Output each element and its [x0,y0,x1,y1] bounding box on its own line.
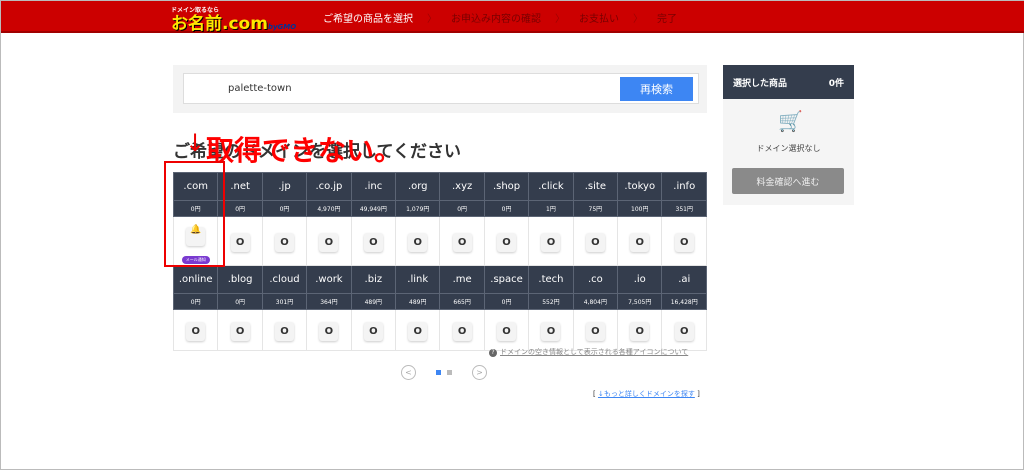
page-dot-1[interactable] [436,370,441,375]
proceed-to-pricing-button[interactable]: 料金確認へ進む [732,168,844,194]
tld-label: .org [395,172,441,201]
tld-label: .tech [528,265,574,294]
tld-label: .space [483,265,530,294]
tld-price: 552円 [528,293,574,310]
annotation-highlight-box [164,161,225,267]
tld-price: 100円 [617,200,663,217]
tld-price: 0円 [261,200,308,217]
tld-label: .jp [261,172,308,201]
annotation-arrow: ↓ [185,129,206,157]
available-select-button[interactable]: O [363,322,383,341]
tld-price: 4,970円 [306,200,352,217]
annotation-text: 取得できない。 [206,134,403,167]
available-select-button[interactable]: O [497,322,517,341]
tld-price: 0円 [172,293,219,310]
available-select-button[interactable]: O [363,233,383,252]
cart-title: 選択した商品 [733,78,788,89]
tld-label: .io [617,265,663,294]
available-select-button[interactable]: O [319,233,339,252]
available-select-button[interactable]: O [408,233,428,252]
domain-table: .com .net .jp .co.jp .inc .org .xyz .shop .click… [172,172,707,351]
tld-price: 0円 [483,293,530,310]
header: ドメイン取るなら お名前.combyGMO ご希望の商品を選択〉 お申込み内容の… [1,1,1024,33]
tld-label: .ai [661,265,707,294]
available-select-button[interactable]: O [452,233,472,252]
available-select-button[interactable]: O [630,233,650,252]
pager: < > [401,365,487,380]
tld-price: 16,428円 [661,293,707,310]
tld-label: .inc [350,172,397,201]
icon-help-link[interactable]: ドメインの空き情報として表示される各種アイコンについて [500,348,688,356]
tld-label: .biz [350,265,397,294]
tld-label: .link [395,265,441,294]
tld-price: 0円 [439,200,485,217]
tld-label: .me [439,265,485,294]
cart-count: 0件 [828,78,844,89]
available-select-button[interactable]: O [408,322,428,341]
tld-label: .tokyo [617,172,663,201]
step-confirm: お申込み内容の確認 [451,14,541,25]
tld-price: 1円 [528,200,574,217]
more-search-link[interactable]: ↓もっと詳しくドメインを探す [598,390,695,398]
tld-price: 301円 [261,293,308,310]
available-select-button[interactable]: O [541,233,561,252]
available-select-button[interactable]: O [186,322,206,341]
logo[interactable]: ドメイン取るなら お名前.combyGMO [171,5,296,33]
step-complete: 完了 [657,14,677,25]
available-select-button[interactable]: O [674,233,694,252]
research-button[interactable]: 再検索 [620,77,693,101]
tld-label: .site [572,172,619,201]
tld-label: .xyz [439,172,485,201]
tld-label: .cloud [261,265,308,294]
step-payment: お支払い [579,14,619,25]
tld-price: 75円 [572,200,619,217]
more-search: [ ↓もっと詳しくドメインを探す ] [593,390,700,398]
tld-price: 1,079円 [395,200,441,217]
available-select-button[interactable]: O [497,233,517,252]
tld-price: 7,505円 [617,293,663,310]
next-page-button[interactable]: > [472,365,487,380]
tld-price: 49,949円 [350,200,397,217]
prev-page-button[interactable]: < [401,365,416,380]
tld-label: .co.jp [306,172,352,201]
tld-price: 0円 [217,293,263,310]
tld-label: .co [572,265,619,294]
tld-label: .work [306,265,352,294]
step-select: ご希望の商品を選択 [323,14,413,25]
tld-price: 489円 [350,293,397,310]
tld-price: 364円 [306,293,352,310]
question-icon: ? [489,349,497,357]
available-select-button[interactable]: O [674,322,694,341]
tld-price: 0円 [483,200,530,217]
available-select-button[interactable]: O [275,322,295,341]
tld-price: 351円 [661,200,707,217]
available-select-button[interactable]: O [452,322,472,341]
tld-price: 665円 [439,293,485,310]
cart-sidebar: 選択した商品 0件 🛒 ドメイン選択なし 料金確認へ進む [723,65,854,205]
search-panel: 再検索 [173,65,707,113]
available-select-button[interactable]: O [275,233,295,252]
cart-empty-text: ドメイン選択なし [756,144,821,153]
available-select-button[interactable]: O [630,322,650,341]
available-select-button[interactable]: O [230,233,250,252]
available-select-button[interactable]: O [585,322,605,341]
tld-label: .info [661,172,707,201]
available-select-button[interactable]: O [585,233,605,252]
cart-icon: 🛒 [778,109,803,133]
tld-label: .click [528,172,574,201]
tld-price: 4,804円 [572,293,619,310]
help-note: ? ドメインの空き情報として表示される各種アイコンについて [489,347,688,357]
page-dot-2[interactable] [447,370,452,375]
tld-label: .blog [217,265,263,294]
available-select-button[interactable]: O [230,322,250,341]
progress-steps: ご希望の商品を選択〉 お申込み内容の確認〉 お支払い〉 完了 [323,10,677,25]
tld-price: 489円 [395,293,441,310]
available-select-button[interactable]: O [319,322,339,341]
tld-label: .shop [483,172,530,201]
available-select-button[interactable]: O [541,322,561,341]
tld-label: .online [172,265,219,294]
